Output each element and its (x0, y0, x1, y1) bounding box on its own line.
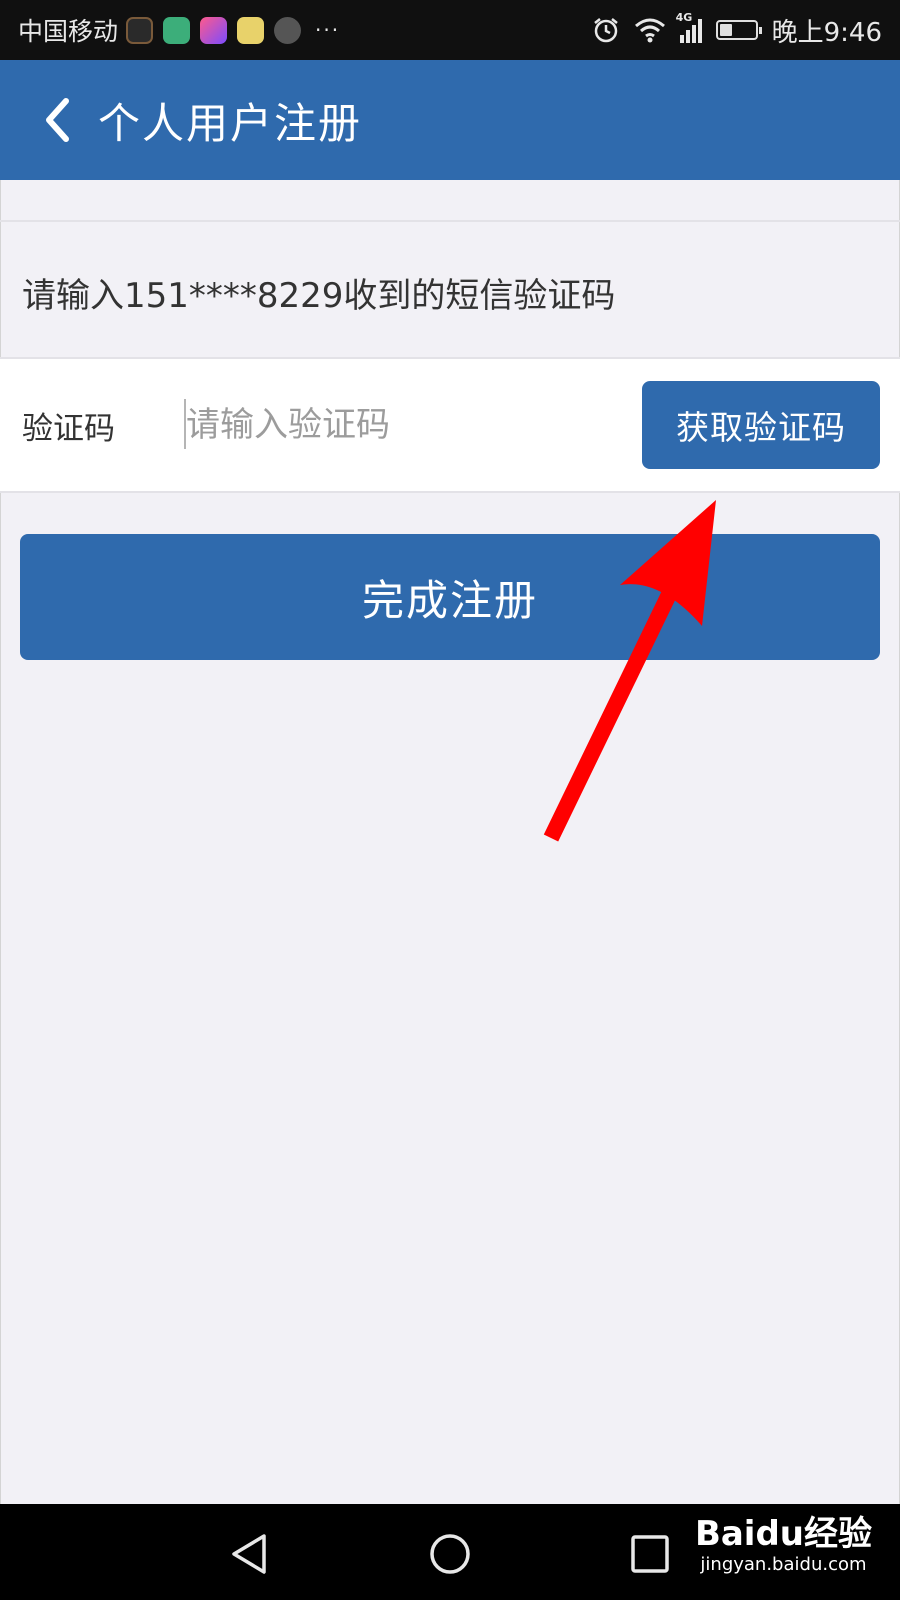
watermark-url: jingyan.baidu.com (700, 1554, 867, 1575)
alarm-icon (593, 18, 618, 43)
triangle-back-icon (232, 1534, 266, 1574)
battery-icon (715, 20, 762, 40)
square-recents-icon (631, 1535, 669, 1573)
get-code-button[interactable]: 获取验证码 (642, 381, 880, 469)
status-time: 晚上9:46 (771, 17, 882, 48)
nav-back-button[interactable] (220, 1524, 280, 1584)
screen-frame (0, 0, 900, 1600)
annotation-arrow (543, 500, 716, 842)
navigation-bar: Baidu经验 jingyan.baidu.com (0, 1504, 900, 1600)
divider (0, 220, 900, 222)
chevron-left-icon (46, 98, 69, 142)
watermark-logo: Baidu经验 (694, 1514, 872, 1554)
back-button[interactable] (26, 89, 88, 151)
nav-home-button[interactable] (420, 1524, 480, 1584)
verification-code-label: 验证码 (22, 411, 115, 447)
complete-registration-button[interactable]: 完成注册 (20, 534, 880, 660)
title-bar: 个人用户注册 (0, 60, 900, 180)
page-title: 个人用户注册 (98, 98, 363, 148)
signal-icon: 4G (676, 11, 702, 43)
verification-code-input[interactable] (186, 389, 606, 461)
wifi-icon (634, 18, 665, 43)
more-notifications: ··· (315, 18, 341, 42)
camera-app-icon (274, 16, 302, 44)
status-bar: 中国移动 ··· 4G 晚上9:46 (0, 0, 900, 60)
nav-recents-button[interactable] (620, 1524, 680, 1584)
network-type: 4G (675, 11, 693, 24)
circle-home-icon (430, 1534, 470, 1574)
sms-hint-text: 请输入151****8229收到的短信验证码 (22, 276, 616, 316)
verification-code-row: 验证码 获取验证码 (0, 357, 900, 493)
telegram-icon (237, 16, 265, 44)
meituan-icon (163, 16, 191, 44)
tiktok-icon (126, 16, 154, 44)
carrier-name: 中国移动 (18, 17, 119, 46)
meitu-icon (200, 16, 228, 44)
baidu-jingyan-watermark: Baidu经验 jingyan.baidu.com (695, 1514, 872, 1576)
